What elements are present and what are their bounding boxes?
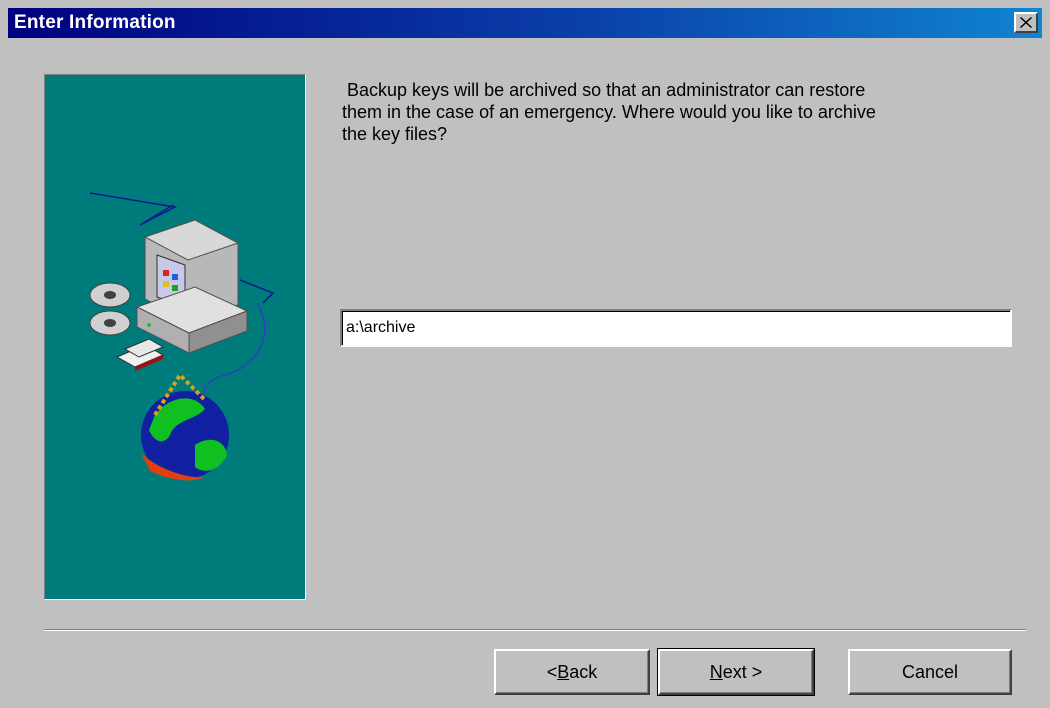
network-line <box>239 279 275 304</box>
next-button-hotkey: N <box>709 661 723 682</box>
archive-path-input[interactable] <box>340 309 1012 347</box>
wizard-side-panel <box>44 74 306 600</box>
floppy-disk-icon <box>115 338 165 371</box>
archive-prompt-text: Backup keys will be archived so that an … <box>342 80 876 144</box>
next-button-label: ext > <box>722 661 763 682</box>
cancel-button[interactable]: Cancel <box>848 649 1012 695</box>
close-icon <box>1020 17 1032 28</box>
globe-icon <box>141 371 229 481</box>
window-title: Enter Information <box>14 12 176 33</box>
cd-icon <box>89 282 131 336</box>
back-button-prefix: < <box>546 661 558 682</box>
title-bar[interactable]: Enter Information <box>8 8 1042 38</box>
computer-globe-illustration <box>89 192 275 481</box>
back-button-label: ack <box>569 661 598 682</box>
back-button[interactable]: < Back <box>494 649 650 695</box>
cancel-button-label: Cancel <box>901 661 959 682</box>
back-button-hotkey: B <box>557 661 570 682</box>
divider-highlight <box>44 630 1026 631</box>
close-button[interactable] <box>1014 12 1038 33</box>
enter-information-dialog: Enter Information Backup keys will be ar… <box>0 0 1050 708</box>
next-button[interactable]: Next > <box>657 648 815 696</box>
network-line <box>89 192 178 226</box>
